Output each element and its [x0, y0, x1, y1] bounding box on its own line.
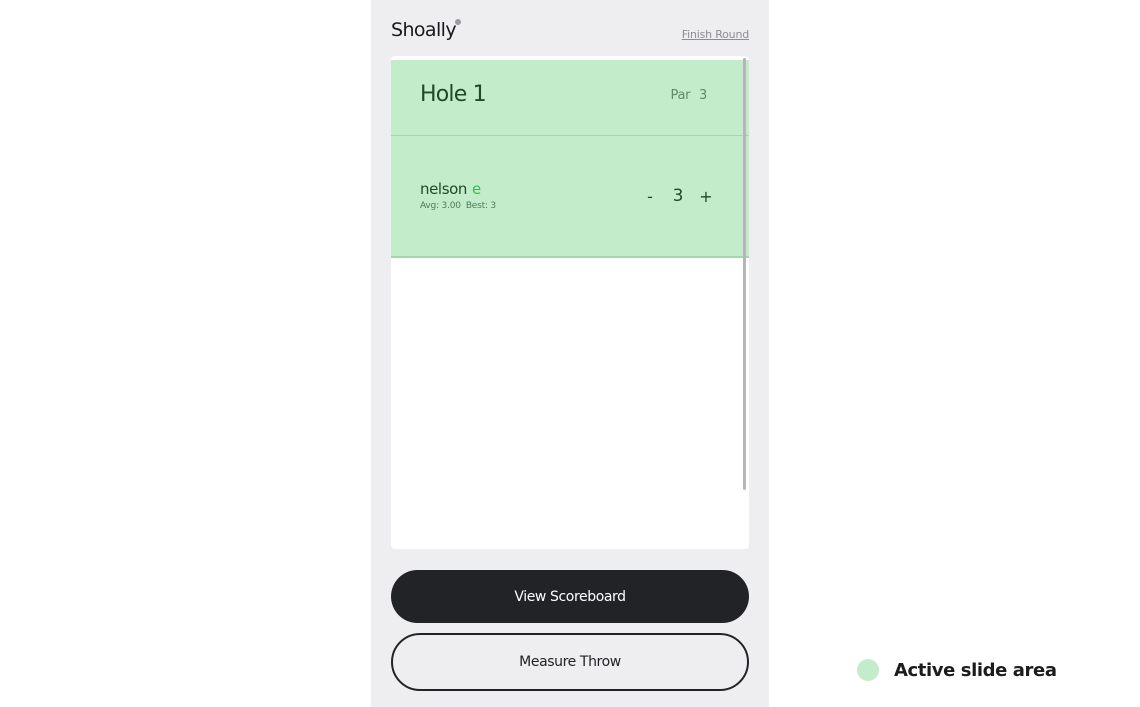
- logo-dot-icon: [455, 19, 461, 25]
- par-label: Par: [670, 88, 691, 103]
- player-name: nelson e: [420, 180, 481, 198]
- par-value: 3: [699, 88, 707, 103]
- legend-label: Active slide area: [894, 659, 1057, 681]
- hole-header: Hole 1 Par 3: [391, 60, 749, 136]
- player-best: Best: 3: [465, 201, 496, 211]
- hole-title: Hole 1: [420, 82, 487, 107]
- app-screen: Shoally Finish Round Hole 1 Par 3 nelson…: [371, 0, 769, 707]
- legend: Active slide area: [857, 658, 1057, 682]
- app-logo: Shoally: [391, 19, 457, 41]
- score-stepper: - 3 +: [641, 186, 715, 206]
- finish-round-link[interactable]: Finish Round: [682, 28, 749, 41]
- par-info: Par 3: [671, 88, 708, 103]
- player-stats: Avg: 3.00 Best: 3: [420, 201, 496, 211]
- player-row: nelson e Avg: 3.00 Best: 3 - 3 +: [391, 136, 749, 258]
- increment-score-button[interactable]: +: [697, 187, 715, 206]
- decrement-score-button[interactable]: -: [641, 187, 659, 206]
- measure-throw-button[interactable]: Measure Throw: [391, 633, 749, 691]
- scrollbar[interactable]: [743, 58, 746, 490]
- active-slide-area[interactable]: Hole 1 Par 3 nelson e Avg: 3.00 Best: 3 - …: [391, 60, 749, 258]
- header: Shoally Finish Round: [391, 14, 749, 46]
- score-value: 3: [672, 186, 684, 206]
- relative-score: e: [472, 180, 481, 198]
- player-name-text: nelson: [420, 180, 468, 198]
- view-scoreboard-button[interactable]: View Scoreboard: [391, 570, 749, 623]
- scorecard-panel: Hole 1 Par 3 nelson e Avg: 3.00 Best: 3 - …: [391, 56, 749, 549]
- legend-swatch: [857, 659, 879, 681]
- player-avg: Avg: 3.00: [420, 201, 461, 211]
